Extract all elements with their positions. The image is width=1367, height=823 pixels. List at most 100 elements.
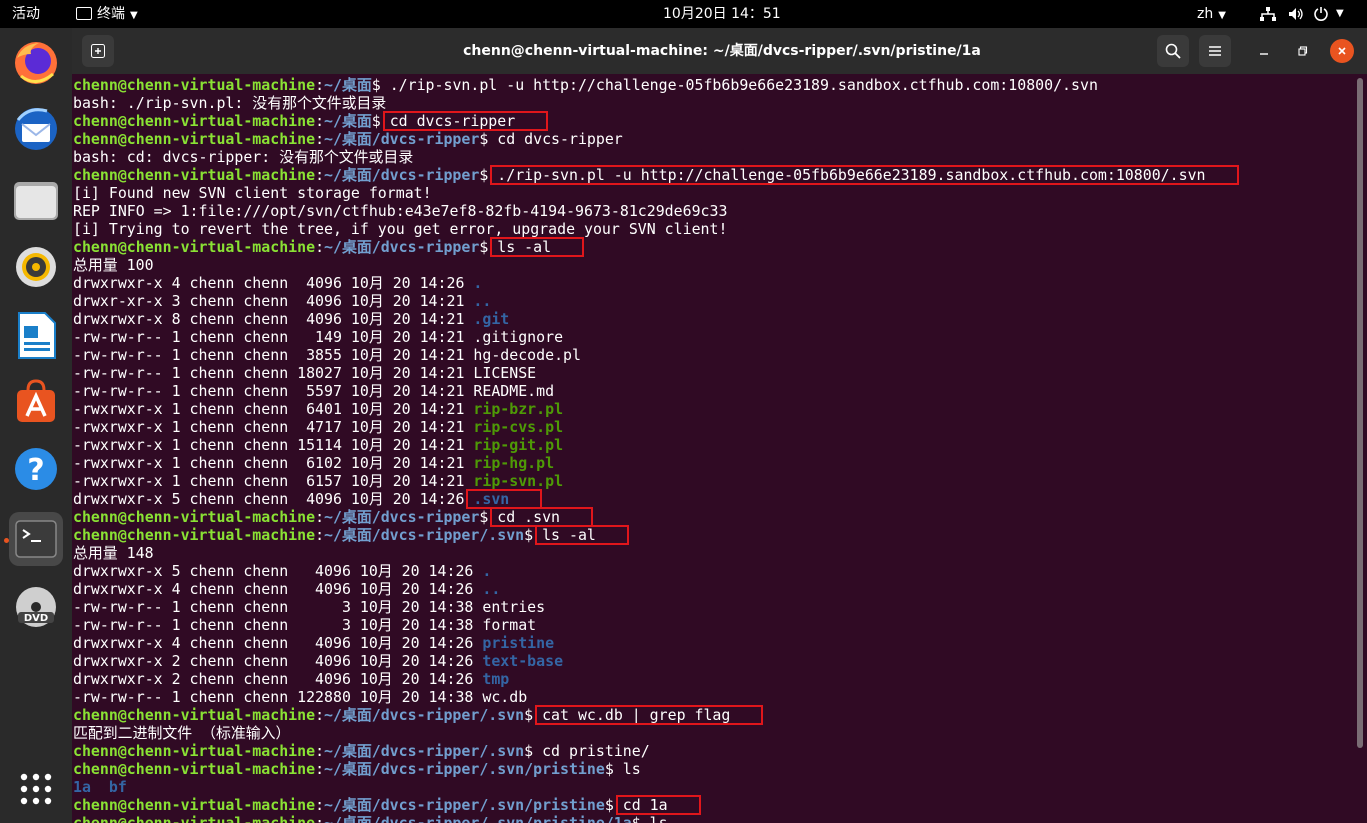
firefox-launcher[interactable]	[9, 36, 63, 90]
ls-entry-name: text-base	[482, 652, 564, 670]
terminal-launcher[interactable]	[9, 512, 63, 566]
prompt-path: ~/桌面/dvcs-ripper/.svn/pristine/1a	[324, 814, 632, 823]
prompt-line: chenn@chenn-virtual-machine:~/桌面$ ./rip-…	[73, 76, 1098, 94]
terminal-icon	[15, 520, 57, 558]
command-text: cd dvcs-ripper	[497, 130, 623, 148]
svg-text:?: ?	[27, 453, 44, 488]
output-text: 匹配到二进制文件 （标准输入）	[73, 724, 291, 742]
app-grid-icon	[20, 773, 52, 805]
files-icon	[14, 182, 58, 220]
prompt-symbol: $	[604, 760, 623, 778]
show-applications-button[interactable]	[9, 762, 63, 816]
ls-entry-meta: drwxrwxr-x 4 chenn chenn 4096 10月 20 14:…	[73, 634, 483, 652]
prompt-separator: :	[315, 742, 325, 760]
ls-entry-name: .git	[473, 310, 510, 328]
ls-entry-meta: drwxrwxr-x 5 chenn chenn 4096 10月 20 14:…	[73, 562, 483, 580]
ls-entry-meta: -rw-rw-r-- 1 chenn chenn 3 10月 20 14:38	[73, 598, 483, 616]
svg-text:DVD: DVD	[24, 613, 48, 624]
output-line: drwxrwxr-x 8 chenn chenn 4096 10月 20 14:…	[73, 310, 509, 328]
output-line: drwxrwxr-x 2 chenn chenn 4096 10月 20 14:…	[73, 670, 509, 688]
writer-document-icon	[18, 312, 56, 359]
hamburger-menu-icon	[1209, 46, 1221, 56]
output-text: REP INFO => 1:file:///opt/svn/ctfhub:e43…	[73, 202, 728, 220]
window-titlebar[interactable]: chenn@chenn-virtual-machine: ~/桌面/dvcs-r…	[72, 28, 1367, 74]
prompt-separator: :	[315, 166, 325, 184]
output-line: -rw-rw-r-- 1 chenn chenn 149 10月 20 14:2…	[73, 328, 563, 346]
prompt-user: chenn@chenn-virtual-machine	[73, 166, 316, 184]
network-icon	[1260, 7, 1276, 21]
software-launcher[interactable]	[9, 374, 63, 428]
prompt-separator: :	[315, 706, 325, 724]
rhythmbox-launcher[interactable]	[9, 240, 63, 294]
ls-entry-name: entries	[482, 598, 546, 616]
system-menu[interactable]: ▼	[1258, 0, 1358, 28]
output-line: -rw-rw-r-- 1 chenn chenn 122880 10月 20 1…	[73, 688, 527, 706]
terminal-output[interactable]: chenn@chenn-virtual-machine:~/桌面$ ./rip-…	[73, 76, 1353, 823]
prompt-separator: :	[315, 238, 325, 256]
prompt-symbol: $	[479, 130, 498, 148]
output-text: [i] Trying to revert the tree, if you ge…	[73, 220, 728, 238]
prompt-user: chenn@chenn-virtual-machine	[73, 796, 316, 814]
volume-icon	[1289, 8, 1303, 20]
highlight-box	[490, 507, 594, 527]
terminal-scrollbar[interactable]	[1357, 78, 1363, 748]
prompt-line: chenn@chenn-virtual-machine:~/桌面/dvcs-ri…	[73, 796, 668, 814]
output-text: 总用量 148	[73, 544, 154, 562]
prompt-line: chenn@chenn-virtual-machine:~/桌面/dvcs-ri…	[73, 526, 596, 544]
output-line: -rw-rw-r-- 1 chenn chenn 3 10月 20 14:38 …	[73, 598, 545, 616]
files-launcher[interactable]	[9, 174, 63, 228]
maximize-button[interactable]	[1291, 39, 1315, 63]
prompt-path: ~/桌面/dvcs-ripper	[324, 238, 480, 256]
menu-button[interactable]	[1199, 35, 1231, 67]
ls-entry-meta: -rwxrwxr-x 1 chenn chenn 15114 10月 20 14…	[73, 436, 474, 454]
ls-entry-meta: drwxrwxr-x 4 chenn chenn 4096 10月 20 14:…	[73, 274, 474, 292]
input-method-menu[interactable]: zh ▼	[1197, 0, 1226, 28]
prompt-user: chenn@chenn-virtual-machine	[73, 76, 316, 94]
activities-button[interactable]: 活动	[12, 0, 40, 28]
ls-entry-name: rip-svn.pl	[473, 472, 564, 490]
highlight-box	[466, 489, 543, 509]
thunderbird-launcher[interactable]	[9, 102, 63, 156]
prompt-separator: :	[315, 814, 325, 823]
output-line: [i] Found new SVN client storage format!	[73, 184, 432, 202]
ls-entry-meta: drwxrwxr-x 4 chenn chenn 4096 10月 20 14:…	[73, 580, 483, 598]
top-bar: 活动 终端 ▼ 10月20日 14：51 zh ▼ ▼	[0, 0, 1367, 28]
minimize-button[interactable]	[1252, 39, 1276, 63]
ls-entry-meta: -rw-rw-r-- 1 chenn chenn 18027 10月 20 14…	[73, 364, 474, 382]
clock[interactable]: 10月20日 14：51	[663, 0, 781, 28]
prompt-path: ~/桌面/dvcs-ripper	[324, 166, 480, 184]
help-launcher[interactable]: ?	[9, 442, 63, 496]
new-tab-button[interactable]	[82, 35, 114, 67]
ls-entry-meta: drwxrwxr-x 2 chenn chenn 4096 10月 20 14:…	[73, 652, 483, 670]
search-button[interactable]	[1157, 35, 1189, 67]
output-line: 总用量 100	[73, 256, 154, 274]
ls-entry-name: ..	[482, 580, 501, 598]
app-menu[interactable]: 终端 ▼	[76, 0, 138, 28]
dock: ? DVD	[0, 28, 72, 823]
close-icon	[1338, 47, 1346, 55]
prompt-symbol: $	[524, 742, 543, 760]
prompt-symbol: $	[631, 814, 650, 823]
ls-entry-name: hg-decode.pl	[473, 346, 581, 364]
prompt-separator: :	[315, 76, 325, 94]
highlight-box	[615, 795, 701, 815]
close-button[interactable]	[1330, 39, 1354, 63]
prompt-separator: :	[315, 796, 325, 814]
ls-entry-name: rip-hg.pl	[473, 454, 555, 472]
ls-entry-meta: -rw-rw-r-- 1 chenn chenn 122880 10月 20 1…	[73, 688, 483, 706]
prompt-user: chenn@chenn-virtual-machine	[73, 760, 316, 778]
ls-entry-meta: -rwxrwxr-x 1 chenn chenn 4717 10月 20 14:…	[73, 418, 474, 436]
dvd-icon: DVD	[16, 587, 56, 627]
prompt-user: chenn@chenn-virtual-machine	[73, 526, 316, 544]
app-menu-label: 终端	[97, 6, 125, 22]
writer-launcher[interactable]	[9, 308, 63, 362]
prompt-user: chenn@chenn-virtual-machine	[73, 238, 316, 256]
output-line: drwxrwxr-x 4 chenn chenn 4096 10月 20 14:…	[73, 274, 482, 292]
ls-entry-meta: -rwxrwxr-x 1 chenn chenn 6102 10月 20 14:…	[73, 454, 474, 472]
output-line: -rwxrwxr-x 1 chenn chenn 6157 10月 20 14:…	[73, 472, 563, 490]
output-line: -rwxrwxr-x 1 chenn chenn 15114 10月 20 14…	[73, 436, 563, 454]
prompt-line: chenn@chenn-virtual-machine:~/桌面/dvcs-ri…	[73, 130, 623, 148]
dvd-launcher[interactable]: DVD	[9, 580, 63, 634]
thunderbird-icon	[15, 108, 57, 150]
output-line: -rw-rw-r-- 1 chenn chenn 3 10月 20 14:38 …	[73, 616, 536, 634]
